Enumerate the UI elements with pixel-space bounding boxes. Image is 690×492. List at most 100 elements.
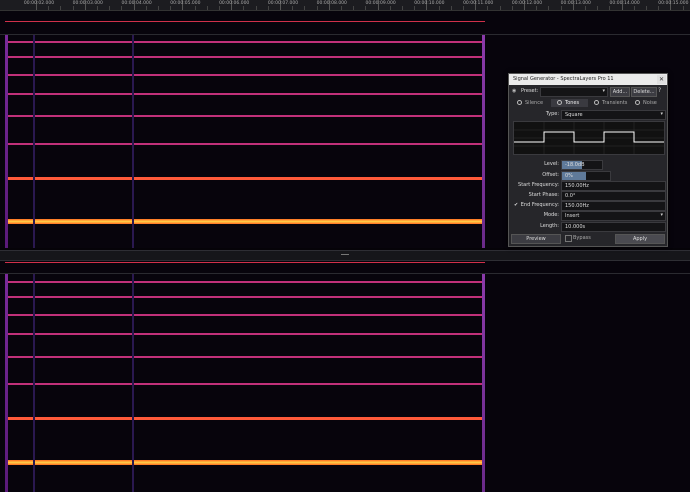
ruler-minor-tick xyxy=(658,6,660,10)
level-row: Level: -18.0dB xyxy=(511,160,665,170)
ruler-minor-tick xyxy=(414,6,416,10)
harmonic-line xyxy=(5,296,485,298)
mode-select[interactable]: Insert ▾ xyxy=(561,211,666,221)
ruler-minor-tick xyxy=(487,6,489,10)
ruler-minor-tick xyxy=(646,6,647,10)
harmonic-line xyxy=(5,56,485,58)
ruler-minor-tick xyxy=(499,6,501,10)
preview-button[interactable]: Preview xyxy=(511,234,561,244)
ruler-tick-label: 00:00:10.000 xyxy=(414,1,445,6)
ruler-minor-tick xyxy=(511,6,513,10)
ruler-tick-label: 00:00:14.000 xyxy=(609,1,640,6)
harmonic-line xyxy=(5,333,485,335)
ruler-tick-label: 00:00:13.000 xyxy=(560,1,591,6)
ruler-minor-tick xyxy=(438,6,440,10)
end-frequency-checkbox[interactable]: ✔ xyxy=(514,202,518,208)
ruler-minor-tick xyxy=(158,6,159,10)
ruler-minor-tick xyxy=(389,6,391,10)
start-frequency-row: Start Frequency: 150.00Hz xyxy=(511,181,666,191)
start-phase-row: Start Phase: 0.0° xyxy=(511,191,666,201)
harmonic-strip xyxy=(132,274,134,492)
type-select[interactable]: Square ▾ xyxy=(561,110,666,120)
eye-icon[interactable]: ◉ xyxy=(512,88,516,94)
preset-label: Preset: xyxy=(521,88,539,94)
signal-generator-dialog[interactable]: Signal Generator - SpectraLayers Pro 11 … xyxy=(508,73,668,247)
dialog-titlebar[interactable]: Signal Generator - SpectraLayers Pro 11 … xyxy=(509,74,667,85)
ruler-minor-tick xyxy=(402,6,403,10)
delete-preset-button[interactable]: Delete... xyxy=(631,87,657,97)
help-icon[interactable]: ? xyxy=(658,87,661,94)
bypass-checkbox[interactable] xyxy=(565,235,572,242)
length-label: Length: xyxy=(540,223,559,229)
ruler-tick-label: 00:00:06.000 xyxy=(219,1,250,6)
type-label: Type: xyxy=(545,111,559,117)
tab-transients[interactable]: Transients xyxy=(588,99,628,107)
harmonic-line xyxy=(5,281,485,283)
ruler-tick-label: 00:00:07.000 xyxy=(267,1,299,6)
radio-icon xyxy=(557,100,562,105)
close-icon[interactable]: ✕ xyxy=(657,75,666,84)
start-phase-field[interactable]: 0.0° xyxy=(561,191,666,201)
ruler-minor-tick xyxy=(609,6,611,10)
ruler-tick: 00:00:10.000 xyxy=(414,0,445,10)
tab-noise[interactable]: Noise xyxy=(629,99,666,107)
ruler-tick: 00:00:12.000 xyxy=(512,0,542,10)
ruler-tick: 00:00:11.000 xyxy=(463,0,493,10)
length-field[interactable]: 10.000s xyxy=(561,222,666,232)
square-wave-graph xyxy=(514,122,664,154)
ruler-minor-tick xyxy=(267,6,269,10)
harmonic-line xyxy=(5,219,485,224)
ruler-tick-label: 00:00:09.000 xyxy=(365,1,396,6)
harmonic-line xyxy=(5,177,485,180)
preset-select[interactable]: ▾ xyxy=(540,87,608,97)
harmonic-strip xyxy=(132,35,134,248)
ruler-minor-tick xyxy=(97,6,98,10)
apply-button[interactable]: Apply xyxy=(615,234,665,244)
ruler-minor-tick xyxy=(145,6,147,10)
ruler-minor-tick xyxy=(316,6,318,10)
onset-strip xyxy=(5,274,8,492)
ruler-minor-tick xyxy=(109,6,111,10)
ruler-tick-label: 00:00:05.000 xyxy=(170,1,201,6)
ruler-tick: 00:00:05.000 xyxy=(170,0,201,10)
tab-silence[interactable]: Silence xyxy=(511,99,548,107)
ruler-minor-tick xyxy=(170,6,172,10)
ruler-tick: 00:00:04.000 xyxy=(121,0,152,10)
end-frequency-field[interactable]: 150.00Hz xyxy=(561,201,666,211)
ruler-minor-tick xyxy=(450,6,452,10)
length-row: Length: 10.000s xyxy=(511,222,666,232)
time-ruler[interactable]: 00:00:02.000 00:00:03.000 00:00:04.000 00:0… xyxy=(0,0,690,11)
ruler-tick-label: 00:00:11.000 xyxy=(463,1,494,6)
type-row: Type: Square ▾ xyxy=(511,110,666,120)
ruler-tick: 00:00:03.000 xyxy=(73,0,103,10)
ruler-minor-tick xyxy=(48,6,50,10)
offset-slider[interactable]: 0% xyxy=(561,171,611,181)
ruler-minor-tick xyxy=(585,6,586,10)
ruler-tick: 00:00:14.000 xyxy=(609,0,640,10)
add-preset-button[interactable]: Add... xyxy=(610,87,630,97)
ruler-minor-tick xyxy=(255,6,257,10)
ruler-tick-label: 00:00:02.000 xyxy=(23,1,55,6)
tab-tones[interactable]: Tones xyxy=(551,99,588,107)
end-frequency-label: End Frequency: xyxy=(520,202,559,208)
offset-row: Offset: 0% xyxy=(511,171,665,181)
level-slider[interactable]: -18.0dB xyxy=(561,160,603,170)
harmonic-line xyxy=(5,93,485,95)
offset-strip xyxy=(482,274,485,492)
ruler-minor-tick xyxy=(536,6,538,10)
spectrogram-channel-bottom[interactable] xyxy=(0,261,690,492)
waveform-preview xyxy=(513,121,665,155)
ruler-tick: 00:00:02.000 xyxy=(24,0,54,10)
offset-strip xyxy=(482,35,485,248)
ruler-tick-label: 00:00:04.000 xyxy=(121,1,152,6)
ruler-minor-tick xyxy=(353,6,355,10)
ruler-minor-tick xyxy=(365,6,367,10)
ruler-tick: 00:00:15.000 xyxy=(658,0,689,10)
ruler-tick: 00:00:09.000 xyxy=(365,0,396,10)
channel-divider[interactable] xyxy=(0,250,690,261)
ruler-minor-tick xyxy=(560,6,562,10)
bypass-label: Bypass xyxy=(573,235,591,241)
start-frequency-field[interactable]: 150.00Hz xyxy=(561,181,666,191)
ruler-minor-tick xyxy=(121,6,123,10)
ruler-minor-tick xyxy=(682,6,684,10)
